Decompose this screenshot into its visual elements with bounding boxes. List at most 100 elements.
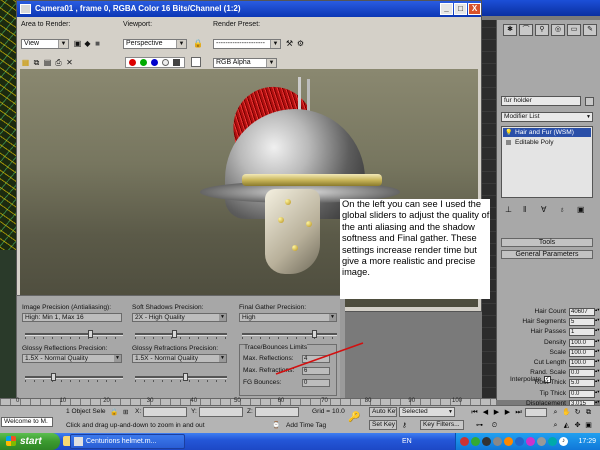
spinner-arrows-icon[interactable]: ▴▾	[595, 389, 600, 398]
render-window-title-bar[interactable]: Camera01 , frame 0, RGBA Color 16 Bits/C…	[17, 1, 481, 17]
field-of-view-icon[interactable]: ◭	[562, 421, 571, 430]
spinner-arrows-icon[interactable]: ▴▾	[595, 348, 600, 357]
play-icon[interactable]: ▶	[492, 408, 501, 417]
general-parameters-rollout[interactable]: General Parameters	[501, 250, 593, 259]
orbit-icon[interactable]: ↻	[573, 408, 582, 417]
modifier-list-dropdown[interactable]: Modifier List ▼	[501, 112, 593, 122]
add-time-tag[interactable]: Add Time Tag	[286, 422, 326, 429]
tray-icon[interactable]	[504, 437, 513, 446]
slider-knob[interactable]	[51, 373, 56, 381]
tools-rollout[interactable]: Tools	[501, 238, 593, 247]
slider-knob[interactable]	[172, 330, 177, 338]
hierarchy-tab-icon[interactable]: ⚲	[535, 24, 549, 36]
bottom-left-viewport[interactable]	[0, 250, 16, 400]
glossy-reflections-dropdown[interactable]: 1.5X - Normal Quality ▼	[22, 354, 122, 363]
next-frame-icon[interactable]: ▶	[503, 408, 512, 417]
final-gather-dropdown[interactable]: High ▼	[239, 313, 337, 322]
min-max-toggle-icon[interactable]: ▣	[584, 421, 593, 430]
tray-icon[interactable]	[548, 437, 557, 446]
param-value-field[interactable]: 5	[569, 318, 595, 327]
modify-tab-icon[interactable]: ⌒	[519, 24, 533, 36]
image-precision-field[interactable]: High: Min 1, Max 16	[22, 313, 122, 322]
set-key-filter-icon[interactable]: ⚷	[402, 421, 407, 429]
monochrome-toggle[interactable]	[173, 59, 180, 66]
copy-image-icon[interactable]: ⧉	[32, 58, 41, 67]
lock-viewport-icon[interactable]: 🔒	[193, 39, 203, 48]
param-value-field[interactable]: 1	[569, 328, 595, 337]
show-end-result-icon[interactable]: ‖	[523, 205, 526, 214]
save-image-icon[interactable]: ▦	[21, 58, 30, 67]
param-value-field[interactable]: 0.0	[569, 369, 595, 378]
slider-knob[interactable]	[183, 373, 188, 381]
maximize-viewport-icon[interactable]: ⧉	[584, 408, 593, 417]
swatch-box[interactable]	[191, 57, 201, 67]
absolute-mode-icon[interactable]: ⊞	[123, 408, 129, 416]
render-preset-dropdown[interactable]: --------------------- ▼	[213, 39, 281, 49]
green-channel-toggle[interactable]	[140, 59, 147, 66]
go-to-start-icon[interactable]: ⏮	[470, 408, 479, 417]
spinner-arrows-icon[interactable]: ▴▾	[595, 338, 600, 347]
glossy-refractions-slider[interactable]	[135, 373, 227, 382]
spinner-arrows-icon[interactable]: ▴▾	[595, 368, 600, 377]
glossy-reflections-slider[interactable]	[25, 373, 123, 382]
object-name-field[interactable]: fur holder	[501, 96, 581, 106]
z-coordinate-field[interactable]	[255, 407, 299, 417]
current-frame-field[interactable]	[525, 408, 547, 417]
lock-region-icon[interactable]: ■	[93, 39, 102, 48]
param-value-field[interactable]: 100.0	[569, 359, 595, 367]
tray-icon[interactable]	[482, 437, 491, 446]
modifier-stack-item[interactable]: 💡 Hair and Fur (WSM)	[503, 128, 591, 137]
tray-icon[interactable]	[537, 437, 546, 446]
taskbar-window-button[interactable]: Centurions helmet.m...	[70, 434, 185, 449]
environment-icon[interactable]: ⚙	[296, 39, 305, 48]
minimize-button[interactable]: _	[440, 3, 453, 15]
key-icon[interactable]: 🔑	[348, 412, 360, 423]
viewport-dropdown[interactable]: Perspective ▼	[123, 39, 187, 49]
spinner-arrows-icon[interactable]: ▴▾	[595, 307, 600, 316]
spinner-arrows-icon[interactable]: ▴▾	[595, 358, 600, 367]
edit-region-icon[interactable]: ▣	[73, 39, 82, 48]
make-unique-icon[interactable]: ∀	[541, 205, 546, 214]
param-value-field[interactable]: 0.0	[569, 389, 595, 398]
go-to-end-icon[interactable]: ⏭	[514, 408, 523, 417]
key-mode-toggle-icon[interactable]: ⊶	[475, 421, 484, 430]
language-indicator[interactable]: EN	[402, 433, 412, 450]
modifier-stack-item[interactable]: Editable Poly	[503, 138, 591, 147]
area-to-render-dropdown[interactable]: View ▼	[21, 39, 69, 49]
slider-knob[interactable]	[88, 330, 93, 338]
set-key-button[interactable]: Set Key	[369, 420, 397, 430]
add-time-tag-icon[interactable]: ⌚	[272, 421, 280, 429]
maxscript-listener[interactable]: Welcome to M.	[1, 417, 53, 427]
soft-shadows-dropdown[interactable]: 2X - High Quality ▼	[132, 313, 227, 322]
configure-sets-icon[interactable]: ▣	[577, 205, 585, 214]
start-button[interactable]: start	[0, 433, 60, 450]
time-configuration-icon[interactable]: ⏲	[490, 421, 499, 430]
spinner-arrows-icon[interactable]: ▴▾	[595, 328, 600, 336]
auto-region-icon[interactable]: ◆	[83, 39, 92, 48]
object-color-swatch[interactable]	[585, 97, 594, 106]
lock-selection-icon[interactable]: 🔒	[110, 408, 118, 416]
param-value-field[interactable]: 5.0	[569, 379, 595, 388]
zoom-icon[interactable]: ⌕	[551, 408, 560, 417]
key-mode-dropdown[interactable]: Selected ▼	[399, 407, 455, 417]
slider-knob[interactable]	[312, 330, 317, 338]
print-image-icon[interactable]: ⎙	[54, 58, 63, 67]
channel-display-dropdown[interactable]: RGB Alpha ▼	[213, 58, 277, 68]
tray-icon[interactable]	[471, 437, 480, 446]
pin-stack-icon[interactable]: ⊥	[505, 205, 512, 214]
auto-key-button[interactable]: Auto Key	[369, 407, 397, 417]
motion-tab-icon[interactable]: ◎	[551, 24, 565, 36]
tray-icon[interactable]	[460, 437, 469, 446]
walk-through-icon[interactable]: ✥	[573, 421, 582, 430]
glossy-refractions-dropdown[interactable]: 1.5X - Normal Quality ▼	[132, 354, 227, 363]
previous-frame-icon[interactable]: ◀	[481, 408, 490, 417]
bulb-icon[interactable]: 💡	[505, 129, 512, 138]
red-channel-toggle[interactable]	[129, 59, 136, 66]
create-tab-icon[interactable]: ✱	[503, 24, 517, 36]
render-setup-icon[interactable]: ⚒	[285, 39, 294, 48]
clone-frame-icon[interactable]: ▤	[43, 58, 52, 67]
param-value-field[interactable]: 100.0	[569, 348, 595, 357]
display-tab-icon[interactable]: ▭	[567, 24, 581, 36]
spinner-arrows-icon[interactable]: ▴▾	[595, 379, 600, 387]
fg-bounces-spinner[interactable]: 0	[302, 379, 330, 387]
